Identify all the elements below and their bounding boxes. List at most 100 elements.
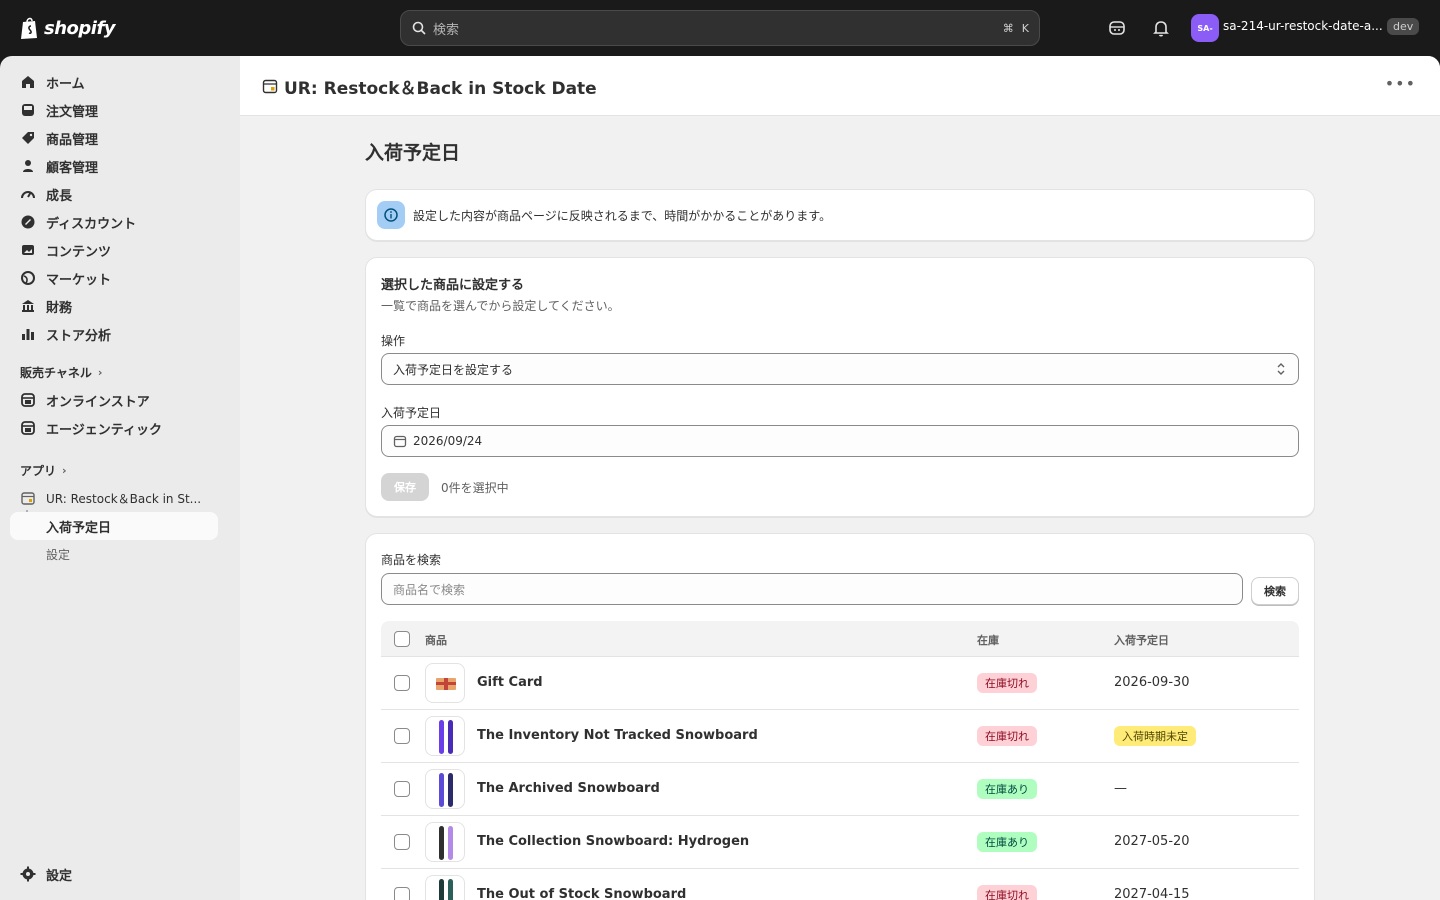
sidebar-item-markets[interactable]: マーケット xyxy=(10,264,218,292)
sidebar-item-products[interactable]: 商品管理 xyxy=(10,124,218,152)
table-row[interactable]: The Collection Snowboard: Hydrogen 在庫あり … xyxy=(381,816,1299,869)
product-thumbnail xyxy=(425,663,465,703)
sidebar-item-analytics[interactable]: ストア分析 xyxy=(10,320,218,348)
product-name[interactable]: The Collection Snowboard: Hydrogen xyxy=(477,834,749,849)
info-banner: 設定した内容が商品ページに反映されるまで、時間がかかることがあります。 xyxy=(365,189,1315,241)
sidebar-item-label: ストア分析 xyxy=(46,328,112,344)
column-header-product: 商品 xyxy=(425,634,447,647)
table-row[interactable]: The Inventory Not Tracked Snowboard 在庫切れ… xyxy=(381,710,1299,763)
search-button[interactable]: 検索 xyxy=(1251,577,1299,605)
assistant-icon[interactable] xyxy=(1107,18,1127,38)
date-field[interactable]: 2026/09/24 xyxy=(381,425,1299,457)
sidebar-item-growth[interactable]: 成長 xyxy=(10,180,218,208)
row-checkbox[interactable] xyxy=(394,728,410,744)
sidebar: ホーム 注文管理 商品管理 顧客管理 成長 ディスカウント コンテンツ マーケッ… xyxy=(0,56,240,900)
inbox-icon xyxy=(22,104,34,116)
shortcut-key: K xyxy=(1021,21,1029,35)
bulk-set-card: 選択した商品に設定する 一覧で商品を選んでから設定してください。 操作 入荷予定… xyxy=(365,257,1315,517)
operation-label: 操作 xyxy=(381,334,406,348)
sales-channels-label: 販売チャネル xyxy=(20,366,92,380)
table-row[interactable]: The Archived Snowboard 在庫あり — xyxy=(381,763,1299,816)
sidebar-item-label: 顧客管理 xyxy=(46,160,99,176)
store-name[interactable]: sa-214-ur-restock-date-a... xyxy=(1223,19,1383,33)
sidebar-item-label: 財務 xyxy=(46,300,73,316)
select-all-checkbox[interactable] xyxy=(394,631,410,647)
calendar-icon xyxy=(393,435,407,448)
store-avatar[interactable]: SA- xyxy=(1191,14,1219,42)
chart-icon xyxy=(22,329,34,340)
shopify-logo[interactable]: shopify xyxy=(20,14,116,42)
date-value: 2026/09/24 xyxy=(413,434,483,448)
gauge-icon xyxy=(21,191,35,199)
product-thumbnail xyxy=(425,769,465,809)
selected-count: 0件を選択中 xyxy=(441,481,509,495)
sidebar-item-label: 成長 xyxy=(46,188,73,204)
snowboard-image xyxy=(439,773,453,807)
sidebar-item-restock-date[interactable]: 入荷予定日 xyxy=(10,512,218,540)
snowboard-image xyxy=(439,879,453,900)
store-icon xyxy=(21,393,35,407)
search-icon xyxy=(412,21,426,35)
apps-header[interactable]: アプリ › xyxy=(20,462,67,479)
sidebar-item-customers[interactable]: 顧客管理 xyxy=(10,152,218,180)
sidebar-item-label: 設定 xyxy=(46,868,73,884)
sales-channels-header[interactable]: 販売チャネル › xyxy=(20,364,102,381)
image-icon xyxy=(22,245,34,255)
sidebar-item-orders[interactable]: 注文管理 xyxy=(10,96,218,124)
bulk-card-title: 選択した商品に設定する xyxy=(381,278,525,293)
product-name[interactable]: The Out of Stock Snowboard xyxy=(477,887,686,900)
product-search-input[interactable]: 商品名で検索 xyxy=(381,573,1243,605)
sidebar-item-home[interactable]: ホーム xyxy=(10,68,218,96)
bell-icon[interactable] xyxy=(1151,18,1171,38)
save-button[interactable]: 保存 xyxy=(381,473,429,501)
sidebar-item-settings[interactable]: 設定 xyxy=(10,860,218,888)
sidebar-item-label: エージェンティック xyxy=(46,422,162,438)
global-search-placeholder: 検索 xyxy=(433,22,460,38)
row-checkbox[interactable] xyxy=(394,834,410,850)
more-actions-icon[interactable]: ••• xyxy=(1385,74,1416,93)
row-checkbox[interactable] xyxy=(394,781,410,797)
person-icon xyxy=(23,160,33,172)
gear-icon xyxy=(20,866,36,882)
stock-badge: 在庫切れ xyxy=(977,726,1037,746)
operation-select[interactable]: 入荷予定日を設定する xyxy=(381,353,1299,385)
sidebar-item-finance[interactable]: 財務 xyxy=(10,292,218,320)
global-search[interactable]: 検索 ⌘ K xyxy=(400,10,1040,46)
sidebar-item-label: 商品管理 xyxy=(46,132,99,148)
restock-date: 2027-05-20 xyxy=(1114,834,1190,849)
sidebar-item-content[interactable]: コンテンツ xyxy=(10,236,218,264)
table-header: 商品 在庫 入荷予定日 xyxy=(381,621,1299,657)
sidebar-item-label: マーケット xyxy=(46,272,112,288)
main-content: UR: Restock＆Back in Stock Date ••• 入荷予定日… xyxy=(240,56,1440,900)
sidebar-item-app-settings[interactable]: 設定 xyxy=(10,540,218,568)
table-row[interactable]: Gift Card 在庫切れ 2026-09-30 xyxy=(381,657,1299,710)
row-checkbox[interactable] xyxy=(394,675,410,691)
sidebar-item-label: 入荷予定日 xyxy=(46,520,112,536)
top-bar: shopify 検索 ⌘ K SA- sa-214-ur-restock-dat… xyxy=(0,0,1440,56)
info-icon xyxy=(377,201,405,229)
sidebar-item-agentic[interactable]: エージェンティック xyxy=(10,414,218,442)
date-label: 入荷予定日 xyxy=(381,406,442,420)
product-name[interactable]: The Inventory Not Tracked Snowboard xyxy=(477,728,758,743)
app-header: UR: Restock＆Back in Stock Date ••• xyxy=(240,56,1440,116)
sidebar-item-label: 注文管理 xyxy=(46,104,99,120)
sidebar-item-label: ディスカウント xyxy=(46,216,137,232)
sidebar-item-online-store[interactable]: オンラインストア xyxy=(10,386,218,414)
product-name[interactable]: The Archived Snowboard xyxy=(477,781,660,796)
discount-icon xyxy=(21,215,35,229)
table-row[interactable]: The Out of Stock Snowboard 在庫切れ 2027-04-… xyxy=(381,869,1299,900)
sidebar-item-discounts[interactable]: ディスカウント xyxy=(10,208,218,236)
bulk-card-subtitle: 一覧で商品を選んでから設定してください。 xyxy=(381,299,620,313)
stock-badge: 在庫切れ xyxy=(977,673,1037,693)
dev-badge: dev xyxy=(1387,18,1420,35)
sidebar-item-label: UR: Restock＆Back in St... xyxy=(46,491,202,506)
sidebar-item-app[interactable]: UR: Restock＆Back in St... xyxy=(10,484,218,512)
product-name[interactable]: Gift Card xyxy=(477,675,543,690)
product-search-placeholder: 商品名で検索 xyxy=(393,582,466,597)
product-thumbnail xyxy=(425,716,465,756)
restock-date-badge: 入荷時期未定 xyxy=(1114,726,1196,746)
sidebar-item-label: 設定 xyxy=(46,547,71,562)
row-checkbox[interactable] xyxy=(394,887,410,900)
app-title: UR: Restock＆Back in Stock Date xyxy=(284,79,597,99)
chevron-right-icon: › xyxy=(62,464,67,477)
